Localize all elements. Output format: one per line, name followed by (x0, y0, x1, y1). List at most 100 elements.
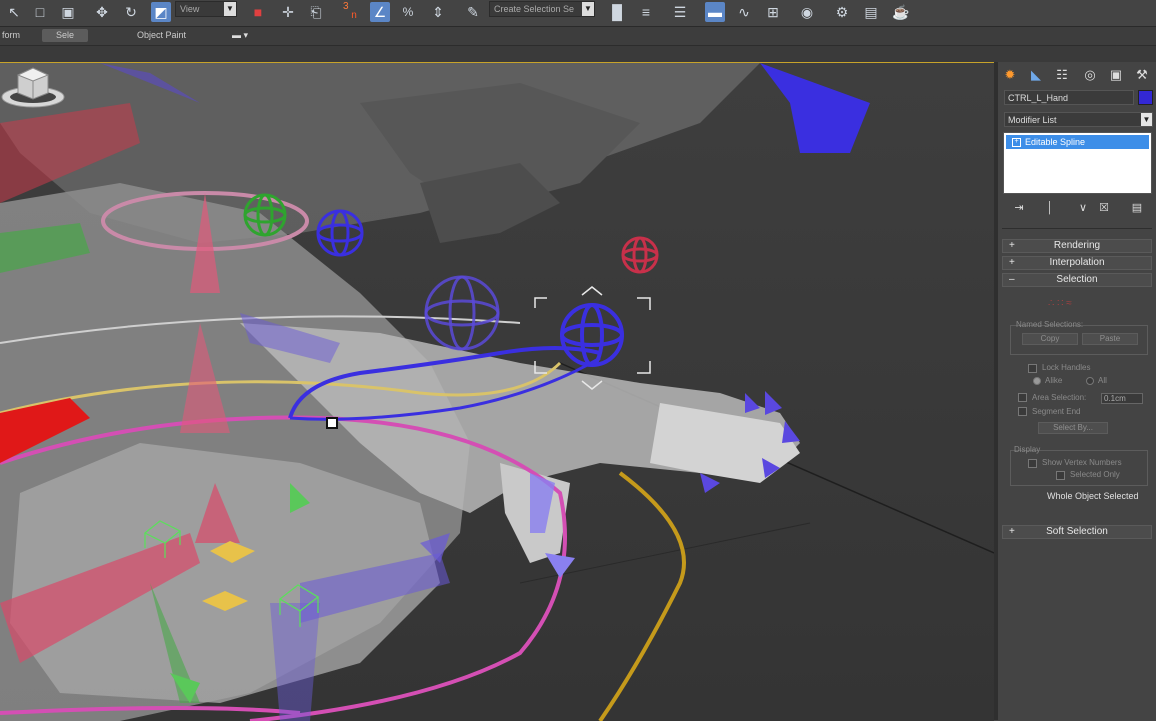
lock-handles-checkbox[interactable] (1028, 364, 1037, 373)
mouse-cursor-icon (326, 417, 338, 429)
curve-editor-icon[interactable]: ∿ (734, 2, 754, 22)
alike-label: Alike (1045, 376, 1063, 385)
keyboard-shortcut-icon[interactable]: ⎗ (306, 2, 326, 22)
viewcube-icon[interactable] (0, 63, 66, 113)
mirror-icon[interactable]: ▐▌ (607, 2, 627, 22)
schematic-view-icon[interactable]: ⊞ (763, 2, 783, 22)
tab-object-paint[interactable]: Object Paint (137, 29, 186, 42)
expand-icon: + (1009, 526, 1015, 537)
rendered-frame-icon[interactable]: ▤ (861, 2, 881, 22)
lock-handles-label: Lock Handles (1042, 363, 1091, 372)
display-label: Display (1014, 445, 1041, 454)
reference-coordinate-dropdown[interactable]: View ▼ (175, 1, 237, 17)
collapse-icon: – (1009, 274, 1015, 285)
selected-only-checkbox[interactable] (1056, 471, 1065, 480)
rollout-rendering-label: Rendering (1053, 240, 1101, 251)
rollout-rendering[interactable]: + Rendering (1002, 239, 1152, 253)
object-color-swatch[interactable] (1138, 90, 1153, 105)
rollout-selection[interactable]: – Selection (1002, 273, 1152, 287)
segment-end-checkbox[interactable] (1018, 407, 1027, 416)
select-manipulate-icon[interactable]: ✛ (278, 2, 298, 22)
rollout-interpolation[interactable]: + Interpolation (1002, 256, 1152, 270)
make-unique-icon[interactable]: ∨ (1074, 200, 1092, 216)
modify-icon[interactable]: ◣ (1026, 66, 1046, 84)
selection-status-text: Whole Object Selected (1047, 491, 1139, 501)
modifier-stack: + Editable Spline (1003, 132, 1152, 194)
all-label: All (1098, 376, 1107, 385)
create-icon[interactable]: ✹ (1000, 66, 1020, 84)
select-by-button[interactable]: Select By... (1038, 422, 1108, 434)
material-editor-icon[interactable]: ◉ (797, 2, 817, 22)
percent-snap-label: % (402, 5, 414, 19)
chevron-down-icon: ▼ (224, 2, 236, 16)
rollout-soft-selection[interactable]: + Soft Selection (1002, 525, 1152, 539)
layer-manager-icon[interactable]: ☰ (670, 2, 690, 22)
select-region-icon[interactable]: □ (30, 2, 50, 22)
snaps-toggle-label: 3 (343, 1, 349, 12)
display-icon[interactable]: ▣ (1106, 66, 1126, 84)
select-rotate-icon[interactable]: ↻ (121, 2, 141, 22)
utilities-icon[interactable]: ⚒ (1132, 66, 1152, 84)
select-object-icon[interactable]: ↖ (4, 2, 24, 22)
area-selection-value: 0.1cm (1104, 394, 1126, 403)
modifier-list-label: Modifier List (1008, 115, 1057, 125)
stack-item-label: Editable Spline (1025, 137, 1086, 147)
selected-only-label: Selected Only (1070, 470, 1120, 479)
viewport-scene (0, 63, 994, 721)
area-selection-label: Area Selection: (1032, 393, 1087, 402)
display-group (1010, 450, 1148, 486)
window-crossing-icon[interactable]: ▣ (58, 2, 78, 22)
ribbon-icon[interactable]: ▬ (705, 2, 725, 22)
pin-stack-icon[interactable]: ⇥ (1010, 200, 1028, 216)
tab-selection[interactable]: Sele (42, 29, 89, 42)
selection-set-placeholder: Create Selection Se (494, 4, 575, 14)
copy-button[interactable]: Copy (1022, 333, 1078, 345)
stack-item-editable-spline[interactable]: + Editable Spline (1006, 135, 1149, 149)
area-selection-spinner[interactable]: 0.1cm (1101, 393, 1143, 404)
ribbon-bar: form Sele Object Paint ▬ ▾ (0, 27, 1156, 46)
divider (1002, 228, 1152, 229)
ribbon-options-icon[interactable]: ▬ ▾ (232, 29, 248, 42)
tab-freeform[interactable]: form (2, 29, 20, 42)
align-icon[interactable]: ≡ (636, 2, 656, 22)
named-selections-label: Named Selections: (1016, 320, 1084, 329)
expand-icon: + (1009, 257, 1015, 268)
pivot-center-icon[interactable]: ■ (248, 2, 268, 22)
motion-icon[interactable]: ◎ (1080, 66, 1100, 84)
angle-snap-icon[interactable]: ∠ (370, 2, 390, 22)
ribbon-collapsed-area (0, 46, 1156, 62)
hierarchy-icon[interactable]: ☷ (1052, 66, 1072, 84)
alike-radio[interactable] (1033, 377, 1041, 385)
render-setup-icon[interactable]: ⚙ (832, 2, 852, 22)
snaps-toggle-icon[interactable]: 3 n (340, 1, 360, 22)
paste-button[interactable]: Paste (1082, 333, 1138, 345)
modifier-list-dropdown[interactable]: Modifier List ▼ (1004, 112, 1153, 127)
select-move-icon[interactable]: ✥ (92, 2, 112, 22)
rollout-interpolation-label: Interpolation (1049, 257, 1105, 268)
selection-set-dropdown[interactable]: Create Selection Se ▼ (489, 1, 595, 17)
percent-snap-icon[interactable]: % (398, 2, 418, 22)
show-end-result-icon[interactable]: │ (1041, 200, 1059, 216)
object-name-field[interactable]: CTRL_L_Hand (1004, 90, 1134, 105)
spinner-snap-icon[interactable]: ⇕ (428, 2, 448, 22)
expand-icon[interactable]: + (1012, 138, 1021, 148)
command-panel: ✹ ◣ ☷ ◎ ▣ ⚒ CTRL_L_Hand Modifier List ▼ … (998, 62, 1156, 720)
subobject-level-icons[interactable]: ∴ ∷ ≈ (1048, 298, 1072, 309)
all-radio[interactable] (1086, 377, 1094, 385)
reference-coordinate-value: View (180, 4, 200, 14)
remove-modifier-icon[interactable]: ☒ (1095, 200, 1113, 216)
area-selection-checkbox[interactable] (1018, 393, 1027, 402)
show-vertex-numbers-checkbox[interactable] (1028, 459, 1037, 468)
expand-icon: + (1009, 240, 1015, 251)
edit-named-selection-icon[interactable]: ✎ (463, 2, 483, 22)
rollout-selection-label: Selection (1056, 274, 1098, 285)
rollout-soft-selection-label: Soft Selection (1046, 526, 1108, 537)
show-vertex-numbers-label: Show Vertex Numbers (1042, 458, 1122, 467)
configure-modifier-sets-icon[interactable]: ▤ (1128, 200, 1146, 216)
segment-end-label: Segment End (1032, 407, 1081, 416)
chevron-down-icon: ▼ (1141, 113, 1152, 126)
select-scale-icon[interactable]: ◩ (151, 2, 171, 22)
perspective-viewport[interactable] (0, 62, 994, 721)
chevron-down-icon: ▼ (582, 2, 594, 16)
render-teapot-icon[interactable]: ☕ (891, 2, 911, 22)
